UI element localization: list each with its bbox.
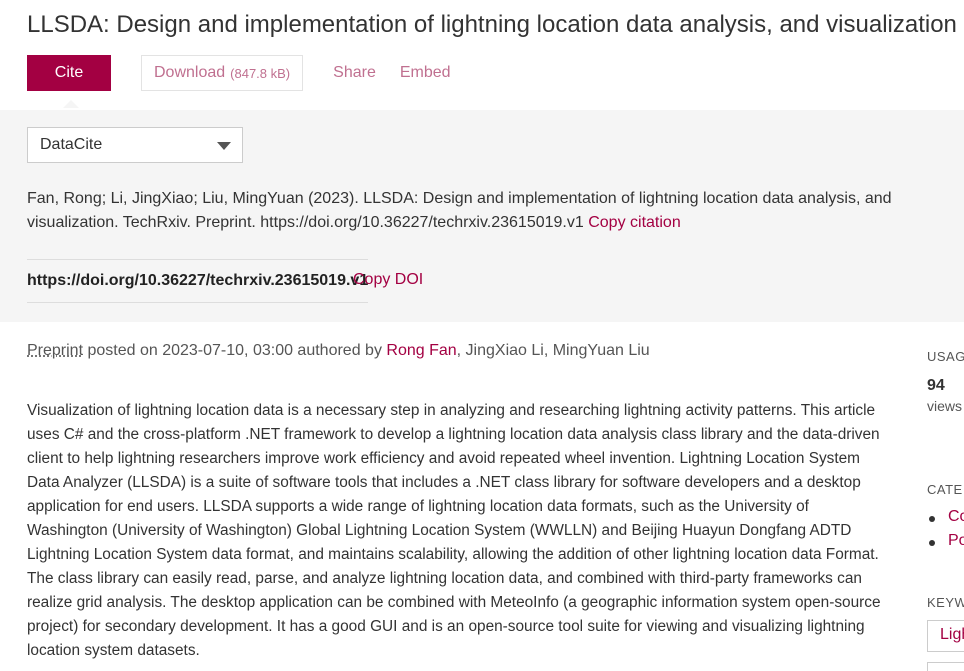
usage-heading: USAG	[927, 349, 964, 364]
post-meta: Preprint posted on 2023-07-10, 03:00 aut…	[27, 342, 650, 360]
citation-panel: DataCite Fan, Rong; Li, JingXiao; Liu, M…	[0, 110, 964, 322]
categories-list: Co Po	[927, 508, 964, 556]
sidebar: USAG 94 views CATE Co Po KEYW Ligh	[927, 322, 964, 671]
author-link[interactable]: Rong Fan	[386, 342, 456, 359]
cite-button[interactable]: Cite	[27, 55, 111, 108]
title-band: LLSDA: Design and implementation of ligh…	[0, 0, 964, 110]
views-label: views	[927, 398, 963, 414]
keyword-tag[interactable]: Ligh	[927, 620, 964, 652]
chevron-down-icon	[217, 142, 231, 150]
author-separator: ,	[456, 342, 466, 359]
posted-text: posted on 2023-07-10, 03:00 authored by	[87, 342, 382, 359]
main-content: Preprint posted on 2023-07-10, 03:00 aut…	[0, 322, 964, 671]
copy-doi-link[interactable]: Copy DOI	[353, 271, 423, 289]
download-label: Download	[154, 64, 226, 81]
author-name: MingYuan Liu	[552, 342, 650, 359]
share-link[interactable]: Share	[333, 64, 376, 82]
category-item[interactable]: Co	[927, 508, 964, 532]
keyword-tag[interactable]	[927, 662, 964, 671]
action-bar: Cite Download (847.8 kB) Share Embed	[27, 55, 451, 108]
views-count: 94	[927, 377, 945, 394]
download-button[interactable]: Download (847.8 kB)	[141, 55, 304, 91]
author-separator: ,	[543, 342, 553, 359]
page-title: LLSDA: Design and implementation of ligh…	[27, 11, 957, 38]
citation-style-select[interactable]: DataCite	[27, 127, 243, 163]
citation-text: Fan, Rong; Li, JingXiao; Liu, MingYuan (…	[27, 187, 927, 235]
item-type[interactable]: Preprint	[27, 342, 83, 359]
abstract: Visualization of lightning location data…	[27, 402, 881, 659]
download-size: (847.8 kB)	[230, 65, 291, 81]
doi-row: https://doi.org/10.36227/techrxiv.236150…	[27, 259, 368, 303]
doi-value: https://doi.org/10.36227/techrxiv.236150…	[27, 272, 369, 289]
keywords-heading: KEYW	[927, 595, 964, 610]
embed-link[interactable]: Embed	[400, 64, 451, 82]
copy-citation-link[interactable]: Copy citation	[588, 214, 681, 231]
author-name: JingXiao Li	[465, 342, 544, 359]
categories-heading: CATE	[927, 482, 963, 497]
citation-body: Fan, Rong; Li, JingXiao; Liu, MingYuan (…	[27, 190, 892, 231]
category-item[interactable]: Po	[927, 532, 964, 556]
citation-style-value: DataCite	[40, 136, 103, 153]
